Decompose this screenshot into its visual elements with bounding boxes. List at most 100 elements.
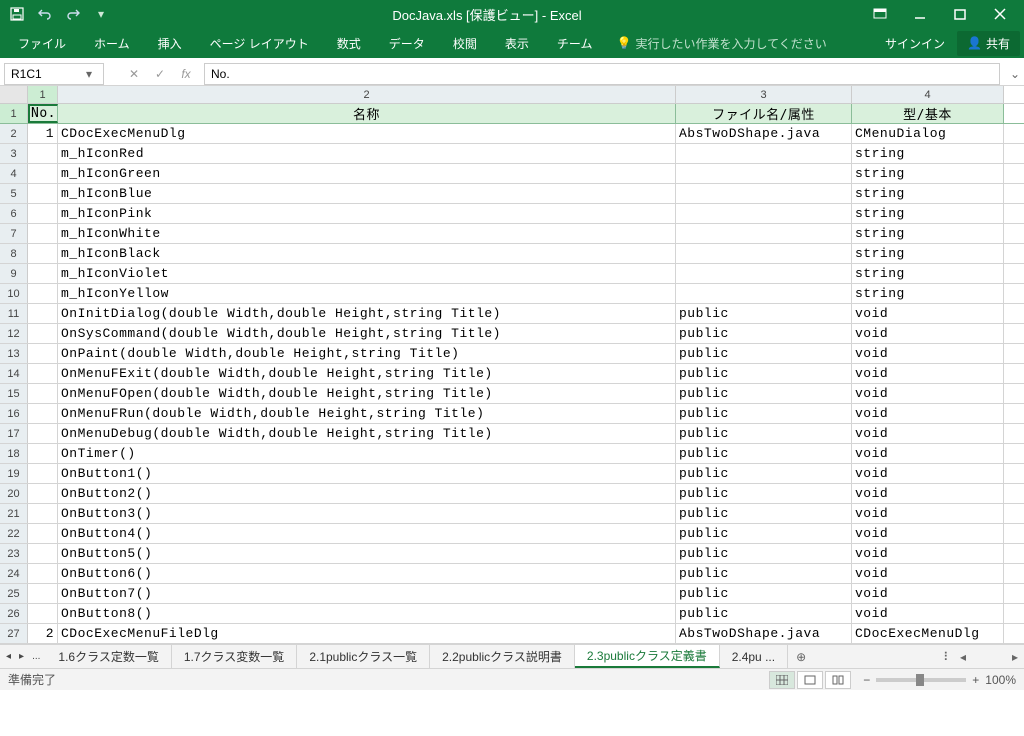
ribbon-tab[interactable]: 数式 [323, 28, 375, 58]
cell[interactable]: string [852, 204, 1004, 223]
cell[interactable]: void [852, 544, 1004, 563]
zoom-level[interactable]: 100% [985, 673, 1016, 687]
ribbon-tab[interactable]: ホーム [80, 28, 144, 58]
cell[interactable] [676, 184, 852, 203]
cancel-formula-icon[interactable]: ✕ [122, 63, 146, 85]
sheet-tab[interactable]: 2.1publicクラス一覧 [297, 645, 430, 668]
header-cell[interactable]: 型/基本 [852, 104, 1004, 123]
cell[interactable] [676, 244, 852, 263]
row-header[interactable]: 5 [0, 184, 28, 203]
cell[interactable]: CMenuDialog [852, 124, 1004, 143]
cell[interactable] [28, 444, 58, 463]
tab-scroll-left-icon[interactable]: ⠇ [943, 650, 952, 664]
row-header[interactable]: 18 [0, 444, 28, 463]
cell[interactable]: OnTimer() [58, 444, 676, 463]
name-box[interactable]: R1C1 ▾ [4, 63, 104, 85]
zoom-in-icon[interactable]: + [972, 673, 979, 687]
ribbon-tab[interactable]: データ [375, 28, 439, 58]
row-header[interactable]: 2 [0, 124, 28, 143]
cell[interactable]: m_hIconBlue [58, 184, 676, 203]
close-icon[interactable] [980, 0, 1020, 28]
cell[interactable] [28, 484, 58, 503]
cell[interactable] [28, 164, 58, 183]
cell[interactable] [28, 584, 58, 603]
header-cell[interactable]: No. [28, 104, 58, 123]
sheet-tab[interactable]: 2.2publicクラス説明書 [430, 645, 575, 668]
ribbon-tab[interactable]: 校閲 [439, 28, 491, 58]
formula-bar[interactable]: No. [204, 63, 1000, 85]
sheet-tab[interactable]: 2.4pu ... [720, 645, 788, 668]
cell[interactable] [28, 144, 58, 163]
row-header[interactable]: 14 [0, 364, 28, 383]
ribbon-display-icon[interactable] [860, 0, 900, 28]
cell[interactable]: 2 [28, 624, 58, 643]
cell[interactable]: m_hIconGreen [58, 164, 676, 183]
cell[interactable]: OnPaint(double Width,double Height,strin… [58, 344, 676, 363]
cell[interactable]: void [852, 404, 1004, 423]
cell[interactable]: public [676, 384, 852, 403]
cell[interactable]: OnButton8() [58, 604, 676, 623]
row-header[interactable]: 27 [0, 624, 28, 643]
row-header[interactable]: 19 [0, 464, 28, 483]
ribbon-tab[interactable]: ページ レイアウト [196, 28, 323, 58]
cell[interactable]: AbsTwoDShape.java [676, 624, 852, 643]
cell[interactable] [28, 324, 58, 343]
cell[interactable]: OnButton6() [58, 564, 676, 583]
ribbon-tab[interactable]: 表示 [491, 28, 543, 58]
zoom-out-icon[interactable]: − [863, 673, 870, 687]
header-cell[interactable]: ファイル名/属性 [676, 104, 852, 123]
enter-formula-icon[interactable]: ✓ [148, 63, 172, 85]
row-header[interactable]: 22 [0, 524, 28, 543]
cell[interactable]: void [852, 584, 1004, 603]
row-header[interactable]: 13 [0, 344, 28, 363]
cell[interactable]: public [676, 404, 852, 423]
undo-icon[interactable] [32, 2, 58, 26]
cell[interactable]: void [852, 504, 1004, 523]
page-break-view-icon[interactable] [825, 671, 851, 689]
new-sheet-icon[interactable]: ⊕ [788, 645, 814, 668]
header-cell[interactable]: 名称 [58, 104, 676, 123]
cell[interactable] [28, 464, 58, 483]
cell[interactable]: public [676, 484, 852, 503]
cell[interactable]: void [852, 364, 1004, 383]
cell[interactable]: OnMenuDebug(double Width,double Height,s… [58, 424, 676, 443]
cell[interactable] [28, 344, 58, 363]
row-header[interactable]: 20 [0, 484, 28, 503]
cell[interactable]: string [852, 164, 1004, 183]
column-header[interactable]: 2 [58, 86, 676, 103]
cell[interactable]: OnButton5() [58, 544, 676, 563]
select-all-corner[interactable] [0, 86, 28, 103]
zoom-slider[interactable] [876, 678, 966, 682]
cell[interactable]: void [852, 484, 1004, 503]
cell[interactable]: OnMenuFExit(double Width,double Height,s… [58, 364, 676, 383]
redo-icon[interactable] [60, 2, 86, 26]
cell[interactable]: string [852, 244, 1004, 263]
cell[interactable]: public [676, 504, 852, 523]
column-header[interactable]: 1 [28, 86, 58, 103]
cell[interactable] [28, 384, 58, 403]
sheet-tab[interactable]: 2.3publicクラス定義書 [575, 645, 720, 668]
ribbon-tab[interactable]: ファイル [4, 28, 80, 58]
cell[interactable] [28, 224, 58, 243]
cell[interactable]: m_hIconWhite [58, 224, 676, 243]
cell[interactable]: public [676, 584, 852, 603]
cell[interactable] [28, 364, 58, 383]
cell[interactable]: void [852, 324, 1004, 343]
cell[interactable]: 1 [28, 124, 58, 143]
minimize-icon[interactable] [900, 0, 940, 28]
row-header[interactable]: 8 [0, 244, 28, 263]
cell[interactable] [28, 424, 58, 443]
cell[interactable]: OnMenuFOpen(double Width,double Height,s… [58, 384, 676, 403]
row-header[interactable]: 7 [0, 224, 28, 243]
row-header[interactable]: 4 [0, 164, 28, 183]
save-icon[interactable] [4, 2, 30, 26]
cell[interactable]: public [676, 304, 852, 323]
cell[interactable] [676, 264, 852, 283]
cell[interactable]: public [676, 544, 852, 563]
row-header[interactable]: 23 [0, 544, 28, 563]
cell[interactable]: public [676, 424, 852, 443]
cell[interactable]: m_hIconViolet [58, 264, 676, 283]
cell[interactable]: void [852, 464, 1004, 483]
cell[interactable]: m_hIconRed [58, 144, 676, 163]
cell[interactable] [28, 604, 58, 623]
